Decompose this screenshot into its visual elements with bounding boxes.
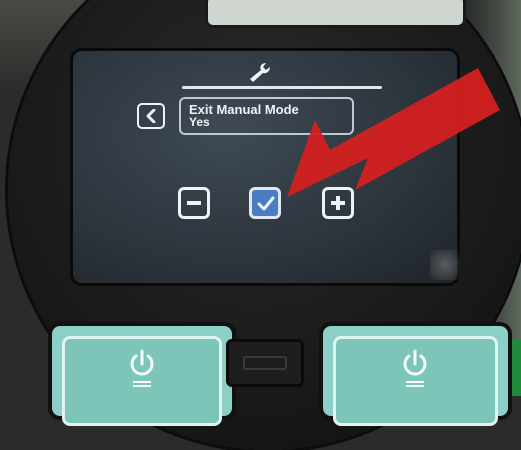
left-power-button[interactable]	[48, 322, 236, 426]
confirm-button[interactable]	[249, 187, 281, 219]
checkmark-icon	[257, 196, 275, 211]
header-divider	[182, 86, 382, 89]
screen-glare	[430, 250, 460, 280]
top-bezel	[205, 0, 466, 28]
setting-value: Yes	[189, 115, 210, 129]
increase-button[interactable]	[322, 187, 354, 219]
right-power-button[interactable]	[319, 322, 512, 426]
usb-port	[226, 339, 304, 387]
power-icon	[403, 349, 427, 387]
display-screen	[70, 48, 460, 286]
decrease-button[interactable]	[178, 187, 210, 219]
power-icon	[130, 349, 154, 387]
setting-field[interactable]: Exit Manual Mode Yes	[179, 97, 354, 135]
back-button[interactable]	[137, 103, 165, 129]
wrench-icon	[250, 63, 270, 82]
chevron-left-icon	[146, 109, 156, 123]
setting-title: Exit Manual Mode	[189, 102, 299, 117]
